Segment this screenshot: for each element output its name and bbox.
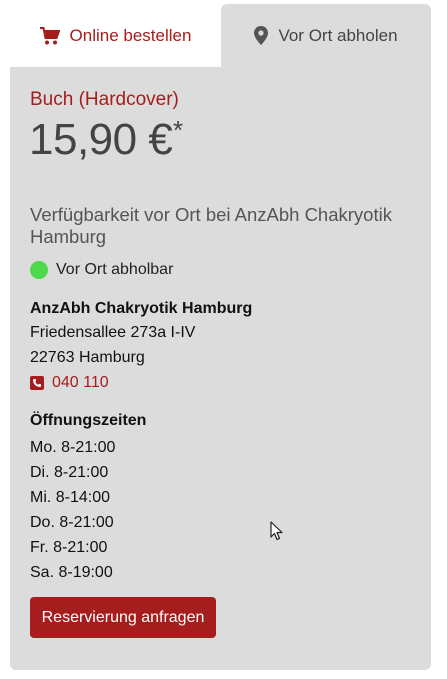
reserve-button[interactable]: Reservierung anfragen <box>30 597 216 638</box>
opening-hours-title: Öffnungszeiten <box>30 412 147 429</box>
tab-bar: Online bestellen Vor Ort abholen <box>10 4 431 67</box>
pickup-panel: Buch (Hardcover) 15,90 € * Verfügbarkeit… <box>10 67 431 670</box>
availability-status: Vor Ort abholbar <box>30 261 173 279</box>
product-format: Buch (Hardcover) <box>30 89 179 110</box>
opening-hours-row: Fr. 8-21:00 <box>30 539 108 556</box>
opening-hours-list: Mo. 8-21:00 Di. 8-21:00 Mi. 8-14:00 Do. … <box>30 435 115 585</box>
tab-pickup[interactable]: Vor Ort abholen <box>221 4 431 67</box>
opening-hours-row: Do. 8-21:00 <box>30 514 114 531</box>
phone-icon <box>30 376 44 390</box>
store-phone-number: 040 110 <box>52 374 109 391</box>
tab-online-order[interactable]: Online bestellen <box>10 4 221 67</box>
store-phone-link[interactable]: 040 110 <box>30 374 109 392</box>
opening-hours-row: Sa. 8-19:00 <box>30 564 113 581</box>
tab-online-label: Online bestellen <box>69 25 192 45</box>
cart-icon <box>39 26 60 45</box>
opening-hours-row: Di. 8-21:00 <box>30 464 109 481</box>
opening-hours-row: Mi. 8-14:00 <box>30 489 111 506</box>
mouse-cursor-icon <box>270 521 284 546</box>
store-street: Friedensallee 273a I-IV <box>30 324 196 341</box>
store-city: 22763 Hamburg <box>30 349 145 366</box>
opening-hours-row: Mo. 8-21:00 <box>30 439 116 456</box>
status-dot-icon <box>30 261 48 279</box>
store-name: AnzAbh Chakryotik Hamburg <box>30 300 253 317</box>
availability-title: Verfügbarkeit vor Ort bei AnzAbh Chakryo… <box>30 204 392 247</box>
product-price: 15,90 € <box>29 115 173 164</box>
tab-pickup-label: Vor Ort abholen <box>278 25 398 45</box>
availability-status-label: Vor Ort abholbar <box>56 261 174 278</box>
map-pin-icon <box>254 26 269 45</box>
price-footnote-marker: * <box>173 115 184 145</box>
